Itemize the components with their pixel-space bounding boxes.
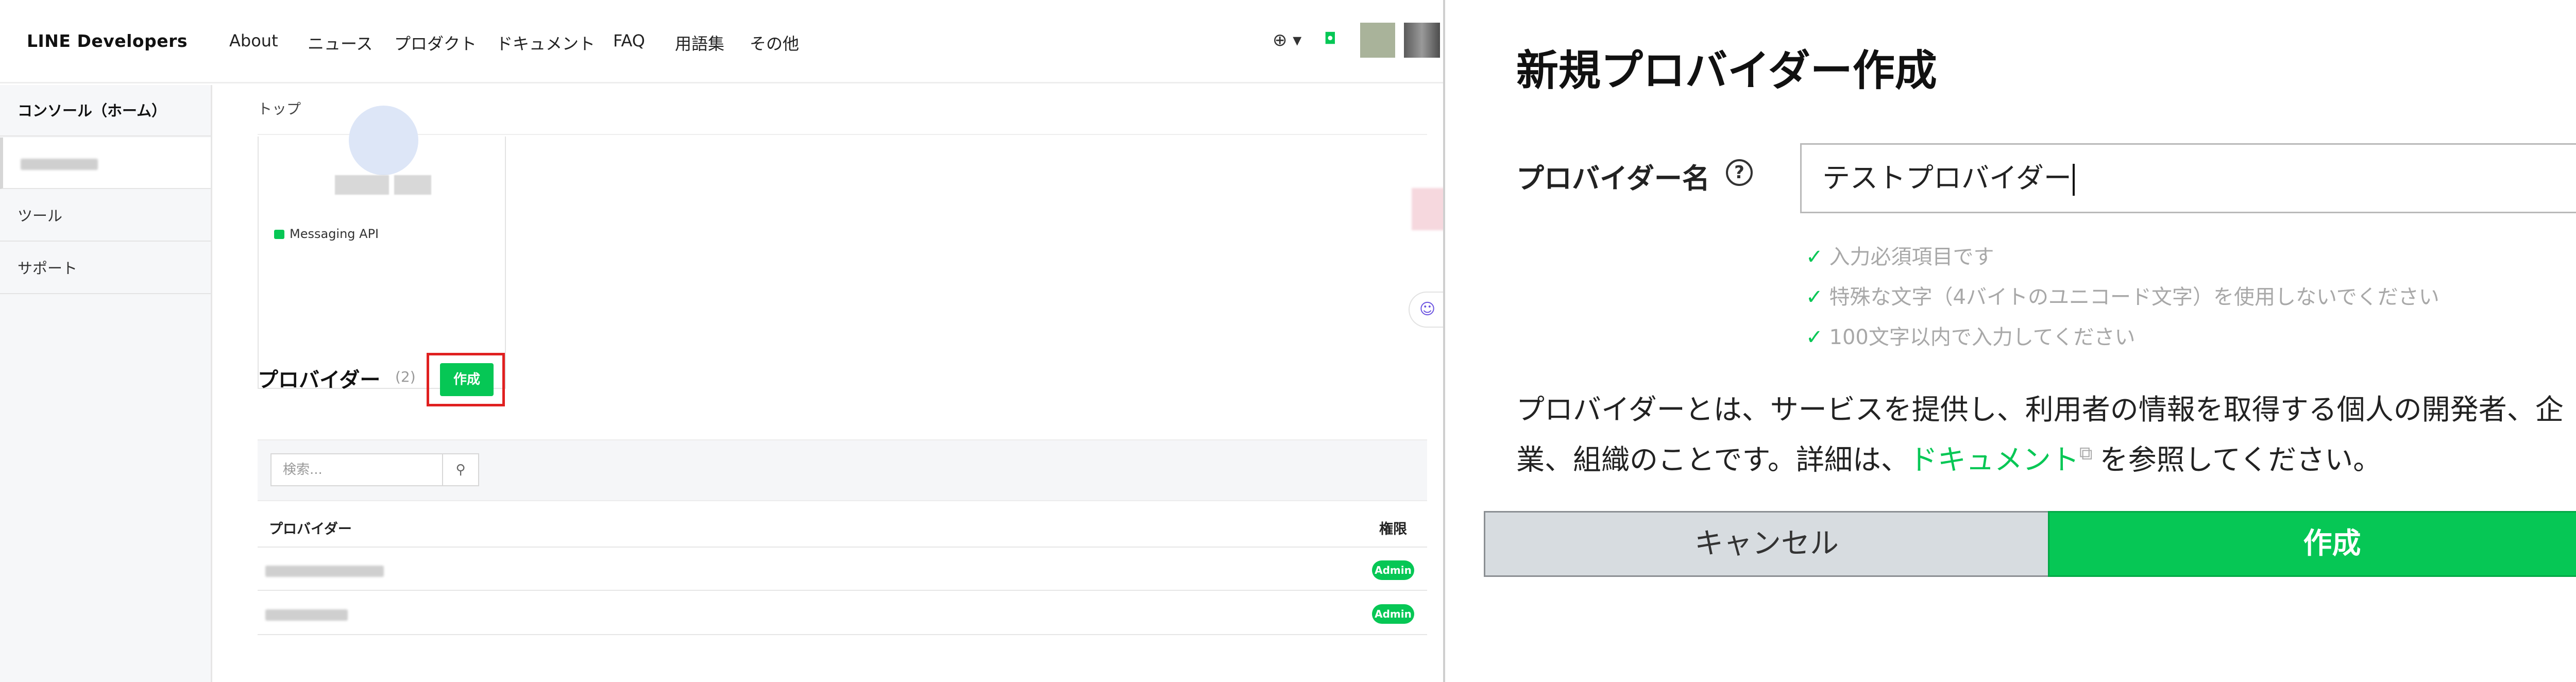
new-provider-dialog: 新規プロバイダー作成 プロバイダー名 ? テストプロバイダー ✓ 入力必須項目です…	[1484, 0, 2576, 682]
messaging-api-icon	[274, 230, 284, 239]
dialog-description: プロバイダーとは、サービスを提供し、利用者の情報を取得する個人の開発者、企業、組…	[1516, 387, 2576, 482]
channel-type-label: Messaging API	[290, 227, 379, 241]
blurred-provider-name	[265, 609, 348, 621]
cancel-button[interactable]: キャンセル	[1484, 511, 2048, 577]
text-cursor	[2072, 164, 2075, 196]
hint-text: 100文字以内で入力してください	[1829, 326, 2136, 349]
check-icon: ✓	[1806, 326, 1823, 349]
sidebar-item-support[interactable]: サポート	[0, 243, 211, 294]
nav-glossary[interactable]: 用語集	[675, 31, 724, 55]
user-avatar[interactable]	[1404, 23, 1440, 58]
validation-hint: ✓ 入力必須項目です	[1806, 240, 1994, 270]
breadcrumb[interactable]: トップ	[258, 98, 301, 118]
divider	[258, 590, 1427, 591]
account-avatar[interactable]	[1360, 23, 1395, 58]
sidebar: コンソール（ホーム） ツール サポート	[0, 85, 212, 682]
nav-news[interactable]: ニュース	[308, 31, 372, 55]
providers-count: (2)	[395, 368, 416, 385]
check-icon: ✓	[1806, 285, 1823, 309]
validation-hint: ✓ 100文字以内で入力してください	[1806, 320, 2135, 350]
create-button[interactable]: 作成	[2048, 511, 2576, 577]
hint-text: 入力必須項目です	[1829, 245, 1994, 269]
search-icon[interactable]: ⚲	[442, 453, 479, 486]
validation-hint: ✓ 特殊な文字（4バイトのユニコード文字）を使用しないでください	[1806, 280, 2439, 310]
dialog-title: 新規プロバイダー作成	[1516, 46, 1937, 95]
divider	[258, 547, 1427, 548]
blurred-provider-name	[265, 566, 384, 577]
channel-type: Messaging API	[274, 227, 379, 241]
providers-heading: プロバイダー	[258, 368, 381, 392]
sidebar-item-console-home[interactable]: コンソール（ホーム）	[0, 85, 211, 137]
blurred-channel-name	[394, 175, 431, 195]
help-bot-icon[interactable]: ☺	[1409, 292, 1443, 328]
input-value: テストプロバイダー	[1822, 162, 2072, 194]
notification-icon[interactable]: ◘	[1324, 30, 1336, 48]
role-badge: Admin	[1372, 560, 1414, 580]
role-badge: Admin	[1372, 604, 1414, 624]
nav-documents[interactable]: ドキュメント	[496, 31, 595, 55]
line-developers-logo[interactable]: LINE Developers	[27, 31, 188, 51]
console-window: LINE Developers About ニュース プロダクト ドキュメント …	[0, 0, 1445, 682]
channel-icon	[349, 106, 418, 175]
sidebar-item-label: コンソール（ホーム）	[18, 102, 167, 120]
column-header-provider: プロバイダー	[269, 521, 352, 537]
sidebar-item-tools[interactable]: ツール	[0, 190, 211, 242]
divider	[258, 634, 1427, 635]
nav-faq[interactable]: FAQ	[613, 31, 645, 50]
channel-card[interactable]: Messaging API	[258, 106, 506, 389]
nav-products[interactable]: プロダクト	[394, 31, 477, 55]
provider-name-input[interactable]: テストプロバイダー	[1800, 143, 2576, 213]
provider-name-label: プロバイダー名	[1516, 162, 1710, 195]
nav-more[interactable]: その他	[750, 31, 799, 55]
create-provider-button[interactable]: 作成	[440, 363, 494, 396]
language-globe-icon[interactable]: ⊕ ▾	[1273, 30, 1301, 50]
column-header-permission: 権限	[1379, 521, 1407, 537]
blurred-channel-name	[335, 175, 389, 195]
external-link-icon: ⧉	[2079, 443, 2093, 464]
check-icon: ✓	[1806, 245, 1823, 269]
search-input[interactable]: 検索...	[270, 453, 443, 486]
top-navbar: LINE Developers About ニュース プロダクト ドキュメント …	[0, 0, 1443, 83]
providers-table: 検索... ⚲ プロバイダー 権限 Admin Admin	[258, 439, 1427, 645]
blurred-provider-name	[21, 159, 98, 170]
floating-widget[interactable]	[1412, 188, 1443, 230]
nav-about[interactable]: About	[229, 31, 278, 50]
sidebar-item-provider[interactable]	[0, 138, 211, 189]
hint-text: 特殊な文字（4バイトのユニコード文字）を使用しないでください	[1829, 285, 2439, 309]
divider	[258, 134, 1427, 135]
help-icon[interactable]: ?	[1726, 159, 1753, 186]
sidebar-item-label: サポート	[18, 260, 78, 277]
main-content: トップ Messaging API プロバイダー (2) 作成 検索... ⚲ …	[212, 85, 1443, 682]
documentation-link[interactable]: ドキュメント	[1909, 443, 2079, 476]
description-text: を参照してください。	[2099, 443, 2382, 476]
sidebar-item-label: ツール	[18, 207, 63, 225]
